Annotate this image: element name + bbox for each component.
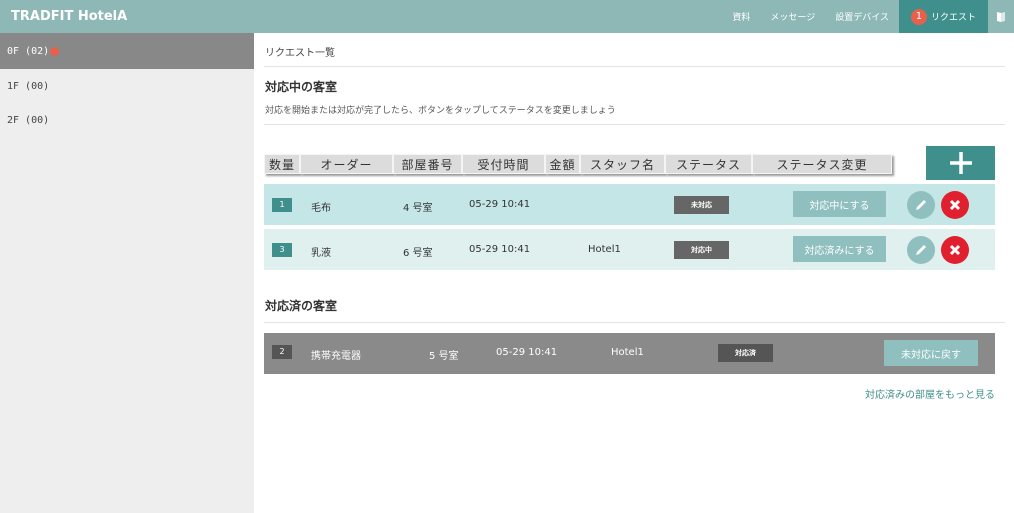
qty-badge: 1 bbox=[272, 198, 292, 212]
status-badge: 未対応 bbox=[674, 196, 729, 214]
order-name: 乳液 bbox=[311, 248, 331, 259]
request-count-badge: 1 bbox=[910, 8, 927, 25]
show-more-link[interactable]: 対応済みの部屋をもっと見る bbox=[865, 386, 995, 401]
add-request-button[interactable] bbox=[926, 146, 995, 180]
header-status-change: ステータス変更 bbox=[752, 154, 892, 174]
table-header: 数量 オーダー 部屋番号 受付時間 金額 スタッフ名 ステータス ステータス変更 bbox=[264, 154, 892, 174]
received-time: 05-29 10:41 bbox=[496, 347, 558, 358]
table-row: 1 毛布 4 号室 05-29 10:41 未対応 対応中にする bbox=[264, 184, 995, 225]
order-name: 携帯充電器 bbox=[311, 351, 361, 362]
nav-devices-link[interactable]: 設置デバイス bbox=[825, 0, 899, 33]
edit-button[interactable] bbox=[907, 236, 935, 264]
divider bbox=[264, 124, 1005, 125]
floor-label: 0F (02) bbox=[7, 45, 50, 57]
qty-badge: 3 bbox=[272, 243, 292, 257]
book-icon[interactable] bbox=[988, 0, 1014, 33]
header-qty: 数量 bbox=[264, 154, 300, 174]
header-time: 受付時間 bbox=[462, 154, 545, 174]
nav-messages-link[interactable]: メッセージ bbox=[760, 0, 825, 33]
header-order: オーダー bbox=[300, 154, 393, 174]
sidebar-item-0f[interactable]: 0F (02) bbox=[0, 33, 254, 69]
status-instruction: 対応を開始または対応が完了したら、ボタンをタップしてステータスを変更しましょう bbox=[265, 106, 616, 116]
staff-name: Hotel1 bbox=[611, 347, 644, 358]
floor-label: 1F (00) bbox=[7, 80, 50, 92]
delete-button[interactable] bbox=[941, 191, 969, 219]
nav-requests-tab[interactable]: 1 リクエスト bbox=[898, 0, 988, 33]
close-icon bbox=[949, 244, 961, 256]
floor-sidebar: 0F (02) 1F (00) 2F (00) bbox=[0, 33, 254, 513]
floor-label: 2F (00) bbox=[7, 114, 50, 126]
received-time: 05-29 10:41 bbox=[469, 199, 531, 210]
alert-dot-icon bbox=[50, 46, 60, 56]
room-number: 4 号室 bbox=[403, 203, 433, 214]
status-badge: 対応済 bbox=[718, 344, 773, 362]
divider bbox=[264, 66, 1005, 67]
header-status: ステータス bbox=[665, 154, 752, 174]
header-room: 部屋番号 bbox=[393, 154, 462, 174]
divider bbox=[264, 322, 1005, 323]
revert-status-button[interactable]: 未対応に戻す bbox=[884, 340, 978, 366]
top-bar: TRADFIT HotelA 資料 メッセージ 設置デバイス 1 リクエスト bbox=[0, 0, 1014, 33]
header-price: 金額 bbox=[545, 154, 580, 174]
received-time: 05-29 10:41 bbox=[469, 244, 531, 255]
status-badge: 対応中 bbox=[674, 241, 729, 259]
top-nav: 資料 メッセージ 設置デバイス 1 リクエスト bbox=[722, 0, 1014, 33]
room-number: 5 号室 bbox=[429, 351, 459, 362]
edit-button[interactable] bbox=[907, 191, 935, 219]
staff-name: Hotel1 bbox=[588, 244, 621, 255]
sidebar-item-2f[interactable]: 2F (00) bbox=[0, 103, 254, 137]
set-completed-button[interactable]: 対応済みにする bbox=[793, 236, 886, 262]
header-staff: スタッフ名 bbox=[580, 154, 665, 174]
pencil-icon bbox=[916, 245, 926, 255]
done-section-title: 対応済の客室 bbox=[265, 299, 338, 313]
plus-icon bbox=[949, 152, 972, 174]
close-icon bbox=[949, 199, 961, 211]
table-row: 2 携帯充電器 5 号室 05-29 10:41 Hotel1 対応済 未対応に… bbox=[264, 333, 995, 374]
delete-button[interactable] bbox=[941, 236, 969, 264]
qty-badge: 2 bbox=[272, 345, 292, 359]
set-in-progress-button[interactable]: 対応中にする bbox=[793, 191, 886, 217]
order-name: 毛布 bbox=[311, 203, 331, 214]
nav-requests-label: リクエスト bbox=[930, 13, 976, 23]
nav-materials-link[interactable]: 資料 bbox=[722, 0, 760, 33]
breadcrumb: リクエスト一覧 bbox=[265, 48, 335, 59]
pencil-icon bbox=[916, 200, 926, 210]
active-section-title: 対応中の客室 bbox=[265, 80, 338, 94]
sidebar-item-1f[interactable]: 1F (00) bbox=[0, 69, 254, 103]
room-number: 6 号室 bbox=[403, 248, 433, 259]
main-content: リクエスト一覧 対応中の客室 対応を開始または対応が完了したら、ボタンをタップし… bbox=[254, 33, 1014, 513]
app-title: TRADFIT HotelA bbox=[11, 9, 128, 24]
table-row: 3 乳液 6 号室 05-29 10:41 Hotel1 対応中 対応済みにする bbox=[264, 229, 995, 270]
